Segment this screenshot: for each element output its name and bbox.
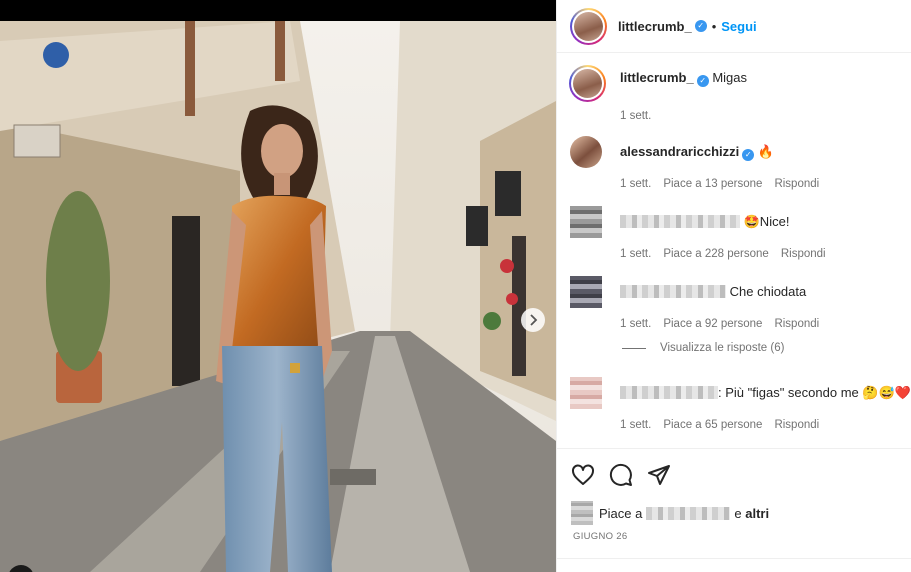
- likes-prefix: Piace a: [599, 505, 643, 521]
- comment-body: 🔥: [757, 144, 775, 159]
- comment-text: Che chiodata: [620, 284, 806, 300]
- comment-avatar[interactable]: [570, 136, 602, 168]
- comment-time: 1 sett.: [620, 419, 652, 431]
- likes-suffix: e: [734, 505, 742, 521]
- comment-icon[interactable]: [609, 463, 633, 487]
- comment-text: : Più "figas" secondo me 🤔😅❤️: [620, 385, 911, 401]
- caption-author-avatar[interactable]: [569, 65, 606, 102]
- comment-body: Che chiodata: [729, 284, 807, 299]
- follow-button[interactable]: Segui: [721, 19, 756, 34]
- comment-text: alessandraricchizzi ✓ 🔥: [620, 144, 774, 161]
- comment-likes[interactable]: Piace a 92 persone: [663, 318, 762, 330]
- comment-item: 🤩Nice! 1 sett. Piace a 228 persone Rispond…: [570, 206, 905, 262]
- comment-reply-button[interactable]: Rispondi: [781, 248, 826, 260]
- caption-time: 1 sett.: [620, 110, 652, 122]
- post-date: GIUGNO 26: [573, 531, 628, 542]
- comment-likes[interactable]: Piace a 228 persone: [663, 248, 769, 260]
- caption-text: littlecrumb_ ✓ Migas: [620, 70, 747, 87]
- top-bar: [0, 0, 556, 21]
- caption-body: Migas: [712, 70, 747, 85]
- share-icon[interactable]: [647, 463, 671, 487]
- comment-meta: 1 sett. Piace a 92 persone Rispondi: [620, 318, 831, 330]
- comment-likes[interactable]: Piace a 13 persone: [663, 178, 762, 190]
- header-separator: •: [711, 18, 717, 34]
- street-photo-illustration: [0, 21, 556, 572]
- comment-time: 1 sett.: [620, 318, 652, 330]
- author-username[interactable]: littlecrumb_: [618, 19, 692, 34]
- verified-badge-icon: ✓: [694, 20, 707, 32]
- comment-avatar-blurred[interactable]: [570, 206, 602, 238]
- comment-reply-button[interactable]: Rispondi: [774, 419, 819, 431]
- comment-item: : Più "figas" secondo me 🤔😅❤️ 1 sett. Pia…: [570, 377, 911, 433]
- blurred-username: [620, 215, 740, 228]
- replies-divider: [622, 347, 646, 349]
- comment-reply-button[interactable]: Rispondi: [774, 318, 819, 330]
- comment-item: alessandraricchizzi ✓ 🔥 1 sett. Piace a 13…: [570, 136, 905, 192]
- likes-others[interactable]: altri: [745, 506, 769, 521]
- heart-icon[interactable]: [571, 463, 595, 487]
- comment-body: 🤩Nice!: [743, 214, 790, 229]
- comment-meta: 1 sett. Piace a 65 persone Rispondi: [620, 419, 831, 431]
- post-header: littlecrumb_ ✓ • Segui: [557, 0, 911, 53]
- caption-meta: 1 sett.: [620, 110, 663, 122]
- post-photo[interactable]: [0, 21, 556, 572]
- comment-avatar-blurred[interactable]: [570, 276, 602, 308]
- liker-avatar-blurred: [571, 501, 593, 525]
- comment-likes[interactable]: Piace a 65 persone: [663, 419, 762, 431]
- comment-username[interactable]: alessandraricchizzi: [620, 144, 739, 159]
- blurred-username: [620, 386, 718, 399]
- verified-badge-icon: ✓: [742, 149, 755, 161]
- blurred-username: [620, 285, 726, 298]
- post-side-panel: littlecrumb_ ✓ • Segui littlecrumb_ ✓ Mig…: [556, 0, 911, 572]
- caption: littlecrumb_ ✓ Migas 1 sett.: [569, 65, 905, 122]
- comment-avatar-blurred[interactable]: [570, 377, 602, 409]
- action-icons: [571, 463, 671, 487]
- view-replies-label: Visualizza le risposte (6): [660, 342, 785, 354]
- caption-username[interactable]: littlecrumb_: [620, 70, 694, 85]
- comment-meta: 1 sett. Piace a 13 persone Rispondi: [620, 178, 831, 190]
- comment-input-area: [557, 558, 911, 572]
- comment-reply-button[interactable]: Rispondi: [774, 178, 819, 190]
- comment-time: 1 sett.: [620, 248, 652, 260]
- post-actions: Piace a e altri GIUGNO 26: [557, 448, 911, 572]
- comment-body: : Più "figas" secondo me 🤔😅❤️: [718, 385, 911, 400]
- blurred-liker-name: [646, 506, 731, 520]
- author-avatar[interactable]: [570, 7, 607, 45]
- instagram-post-view: littlecrumb_ ✓ • Segui littlecrumb_ ✓ Mig…: [0, 0, 911, 572]
- comment-text: 🤩Nice!: [620, 214, 789, 230]
- verified-badge-icon: ✓: [696, 75, 709, 87]
- comment-meta: 1 sett. Piace a 228 persone Rispondi: [620, 248, 838, 260]
- view-replies-button[interactable]: Visualizza le risposte (6): [622, 342, 784, 354]
- comment-item: Che chiodata 1 sett. Piace a 92 persone Ri…: [570, 276, 905, 332]
- chevron-right-icon: [530, 314, 538, 326]
- likes-summary[interactable]: Piace a e altri: [571, 501, 769, 525]
- comment-time: 1 sett.: [620, 178, 652, 190]
- next-photo-button[interactable]: [521, 308, 545, 332]
